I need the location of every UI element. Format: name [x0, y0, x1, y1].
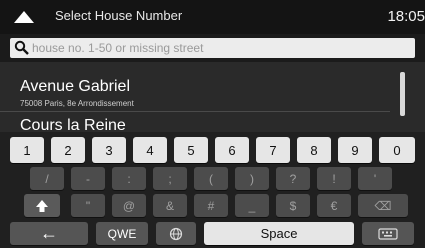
key-4[interactable]: 4 — [133, 137, 167, 163]
shift-icon — [36, 199, 48, 212]
up-arrow-icon[interactable] — [12, 10, 36, 24]
key-exclaim[interactable]: ! — [317, 167, 351, 190]
street-area: 75008 Paris, 8e Arrondissement — [20, 99, 134, 108]
globe-icon — [169, 227, 183, 240]
search-placeholder: house no. 1-50 or missing street — [32, 41, 204, 55]
on-screen-keyboard: 1 2 3 4 5 6 7 8 9 0 / - : ; ( ) ? ! ' " … — [0, 132, 425, 248]
key-1[interactable]: 1 — [10, 137, 44, 163]
key-dash[interactable]: - — [71, 167, 105, 190]
back-key[interactable]: ← — [10, 222, 88, 245]
key-0[interactable]: 0 — [379, 137, 415, 163]
key-dollar[interactable]: $ — [276, 194, 310, 217]
key-colon[interactable]: : — [112, 167, 146, 190]
key-8[interactable]: 8 — [297, 137, 331, 163]
key-ampersand[interactable]: & — [153, 194, 187, 217]
key-3[interactable]: 3 — [92, 137, 126, 163]
status-bar: Select House Number 18:05 — [0, 0, 425, 34]
keyboard-icon — [378, 227, 398, 240]
street-name: Avenue Gabriel — [20, 78, 130, 95]
key-question[interactable]: ? — [276, 167, 310, 190]
key-6[interactable]: 6 — [215, 137, 249, 163]
list-item[interactable]: Avenue Gabriel 75008 Paris, 8e Arrondiss… — [0, 62, 425, 114]
backspace-key[interactable]: ⌫ — [358, 194, 408, 217]
key-underscore[interactable]: _ — [235, 194, 269, 217]
divider — [0, 111, 390, 112]
key-at[interactable]: @ — [112, 194, 146, 217]
screen-title: Select House Number — [55, 8, 183, 23]
keyboard-toggle-key[interactable] — [362, 222, 414, 245]
clock: 18:05 — [387, 8, 425, 25]
globe-key[interactable] — [156, 222, 196, 245]
search-icon — [14, 40, 29, 55]
search-input[interactable]: house no. 1-50 or missing street — [10, 38, 415, 58]
key-5[interactable]: 5 — [174, 137, 208, 163]
scrollbar[interactable] — [400, 72, 405, 116]
key-9[interactable]: 9 — [338, 137, 372, 163]
key-apostrophe[interactable]: ' — [358, 167, 392, 190]
key-semicolon[interactable]: ; — [153, 167, 187, 190]
key-paren-open[interactable]: ( — [194, 167, 228, 190]
key-2[interactable]: 2 — [51, 137, 85, 163]
key-slash[interactable]: / — [30, 167, 64, 190]
key-quote[interactable]: " — [71, 194, 105, 217]
shift-key[interactable] — [24, 194, 60, 217]
key-euro[interactable]: € — [317, 194, 351, 217]
key-hash[interactable]: # — [194, 194, 228, 217]
space-key[interactable]: Space — [204, 222, 354, 245]
key-7[interactable]: 7 — [256, 137, 290, 163]
key-paren-close[interactable]: ) — [235, 167, 269, 190]
layout-key[interactable]: QWE — [96, 222, 148, 245]
